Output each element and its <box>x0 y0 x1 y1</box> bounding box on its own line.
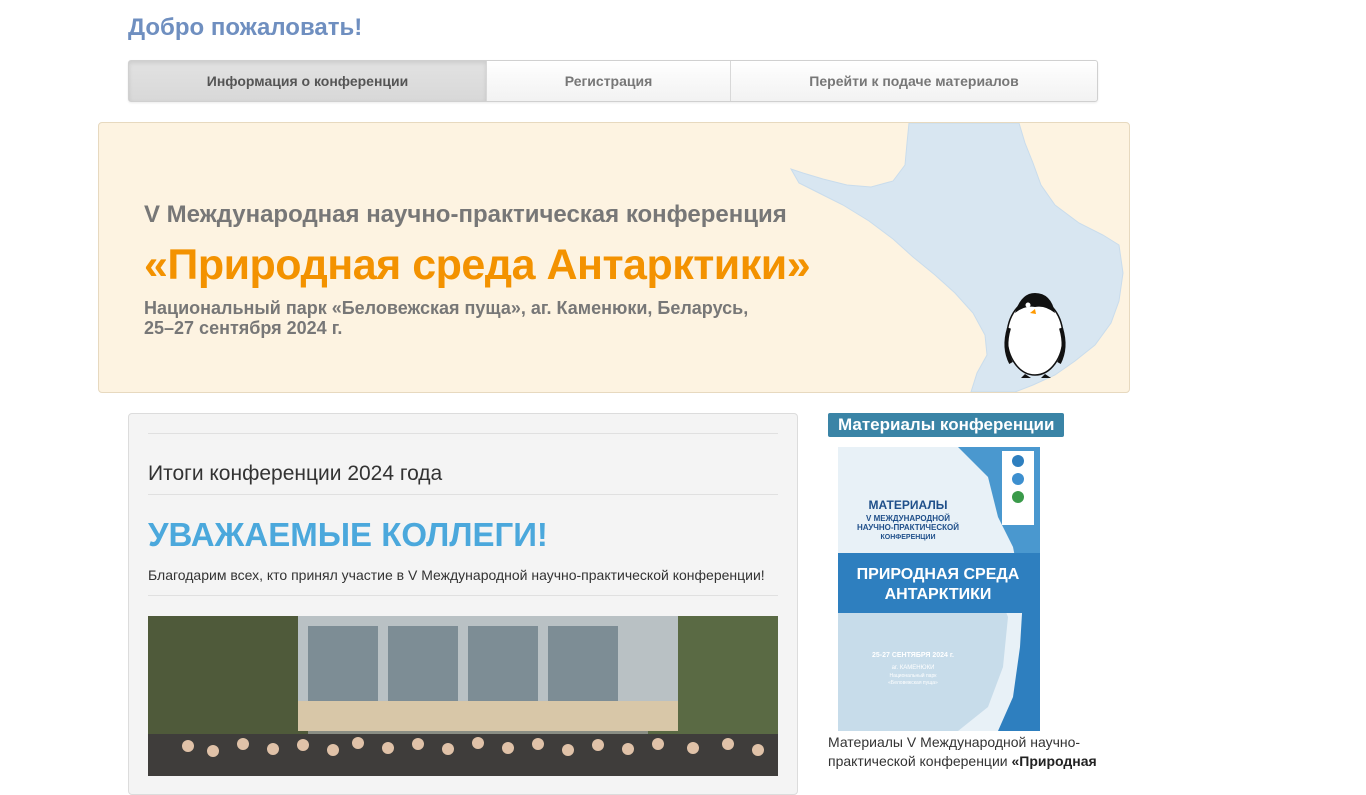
cover-date: 25-27 СЕНТЯБРЯ 2024 г. <box>872 652 954 659</box>
cover-line2: V МЕЖДУНАРОДНОЙ <box>866 514 950 523</box>
tab-submit-materials[interactable]: Перейти к подаче материалов <box>731 61 1097 101</box>
thanks-text: Благодарим всех, кто принял участие в V … <box>148 567 765 583</box>
cover-title1: ПРИРОДНАЯ СРЕДА <box>857 566 1020 583</box>
cover-place3: «Беловежская пуща» <box>888 680 938 686</box>
proceedings-text-bold[interactable]: «Природная <box>1011 753 1096 769</box>
conference-title: «Природная среда Антарктики» <box>144 241 811 289</box>
divider <box>148 595 778 596</box>
conference-banner: V Международная научно-практическая конф… <box>98 122 1130 393</box>
antarctica-shape <box>789 123 1124 392</box>
colleagues-heading: УВАЖАЕМЫЕ КОЛЛЕГИ! <box>148 516 548 553</box>
divider <box>148 494 778 495</box>
cover-place1: аг. КАМЕНЮКИ <box>892 665 935 671</box>
cover-line1: МАТЕРИАЛЫ <box>868 498 947 512</box>
main-content-panel: Итоги конференции 2024 года УВАЖАЕМЫЕ КО… <box>128 413 798 795</box>
cover-line4: КОНФЕРЕНЦИИ <box>881 534 936 541</box>
proceedings-cover-image[interactable]: МАТЕРИАЛЫ V МЕЖДУНАРОДНОЙ НАУЧНО-ПРАКТИЧ… <box>838 447 1040 731</box>
conference-subtitle: V Международная научно-практическая конф… <box>144 201 787 228</box>
group-photo <box>148 616 778 776</box>
tab-conference-info[interactable]: Информация о конференции <box>129 61 487 101</box>
tab-registration[interactable]: Регистрация <box>487 61 731 101</box>
main-navigation: Информация о конференции Регистрация Пер… <box>128 60 1098 102</box>
results-heading: Итоги конференции 2024 года <box>148 462 443 485</box>
cover-title2: АНТАРКТИКИ <box>885 586 992 603</box>
cover-place2: Национальный парк <box>890 672 938 679</box>
conference-date: 25–27 сентября 2024 г. <box>144 318 343 338</box>
conference-place: Национальный парк «Беловежская пуща», аг… <box>144 298 749 318</box>
conference-place-date: Национальный парк «Беловежская пуща», аг… <box>144 298 748 338</box>
sidebar-title: Материалы конференции <box>828 413 1065 437</box>
cover-line3: НАУЧНО-ПРАКТИЧЕСКОЙ <box>857 523 959 532</box>
welcome-heading: Добро пожаловать! <box>128 14 363 41</box>
proceedings-description: Материалы V Международной научно-практич… <box>828 733 1118 771</box>
divider <box>148 433 778 434</box>
antarctica-map-image <box>789 123 1124 392</box>
